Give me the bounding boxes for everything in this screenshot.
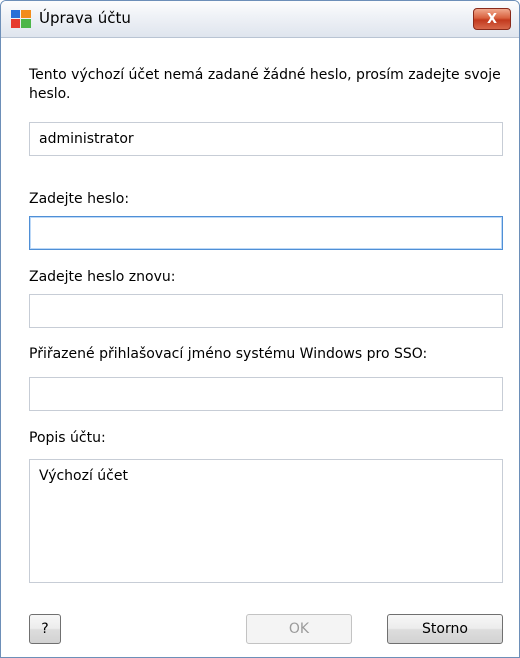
password-label: Zadejte heslo: xyxy=(29,191,130,207)
windows-login-field[interactable] xyxy=(29,377,503,411)
title-bar[interactable]: Úprava účtu X xyxy=(1,1,519,38)
description-textarea[interactable]: Výchozí účet xyxy=(29,459,503,583)
password-repeat-field[interactable] xyxy=(29,294,503,328)
password-field[interactable] xyxy=(29,216,503,250)
windows-login-label: Přiřazené přihlašovací jméno systému Win… xyxy=(29,346,428,362)
account-name-field[interactable] xyxy=(29,122,503,156)
avg-logo-icon xyxy=(11,10,31,28)
account-edit-dialog: Úprava účtu X Tento výchozí účet nemá za… xyxy=(0,0,520,658)
ok-button[interactable]: OK xyxy=(246,614,352,644)
description-label: Popis účtu: xyxy=(29,430,106,446)
intro-text: Tento výchozí účet nemá zadané žádné hes… xyxy=(29,67,501,102)
close-button[interactable]: X xyxy=(473,8,511,30)
help-button[interactable]: ? xyxy=(29,614,61,644)
password-repeat-label: Zadejte heslo znovu: xyxy=(29,269,176,285)
window-title: Úprava účtu xyxy=(39,9,131,27)
cancel-button[interactable]: Storno xyxy=(387,614,503,644)
close-icon: X xyxy=(486,11,498,27)
